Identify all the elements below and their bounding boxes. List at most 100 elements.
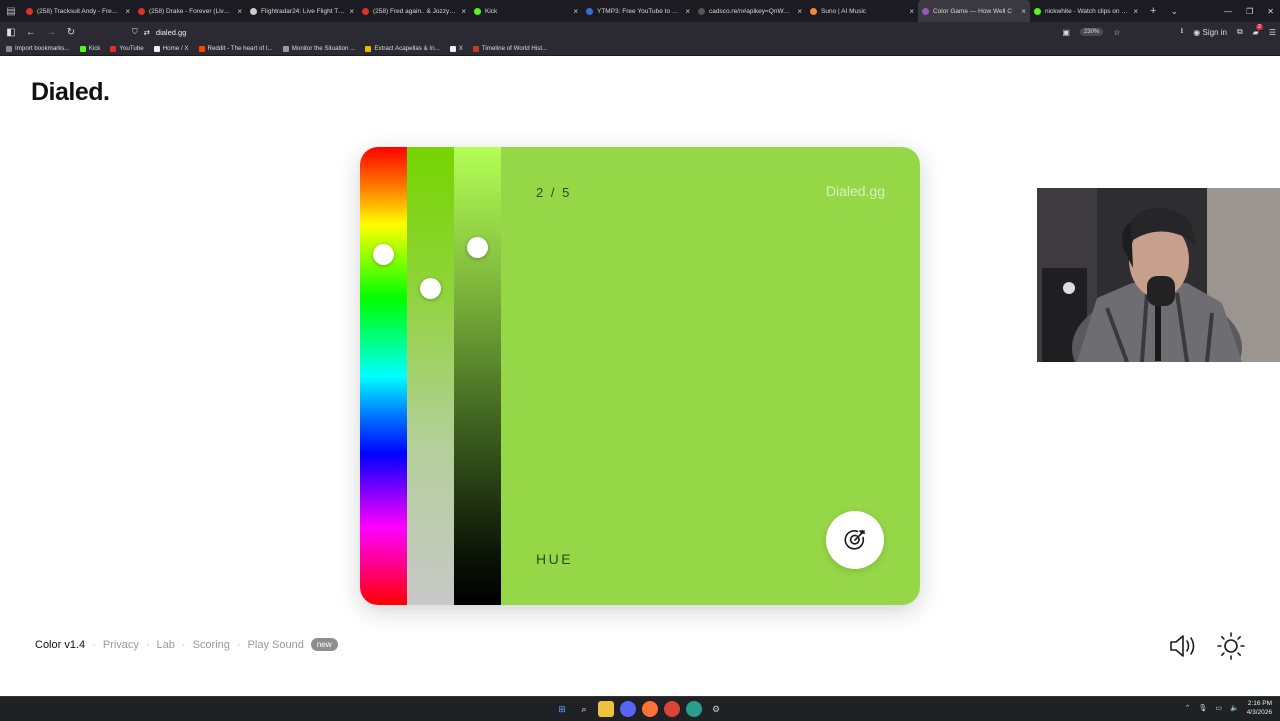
file-explorer-icon[interactable] bbox=[598, 701, 614, 717]
browser-tab[interactable]: nickwhite - Watch clips on Kick × bbox=[1030, 0, 1142, 22]
clock[interactable]: 2:16 PM 4/3/2026 bbox=[1247, 699, 1272, 717]
site-info-icon[interactable]: ⇄ bbox=[144, 28, 150, 37]
bookmarks-bar: Import bookmarks... Kick YouTube Home / X Re… bbox=[0, 42, 1280, 56]
privacy-link[interactable]: Privacy bbox=[103, 639, 139, 651]
taskbar-apps: ⊞ ⌕ ⚙ bbox=[554, 701, 724, 717]
search-icon[interactable]: ⌕ bbox=[576, 701, 592, 717]
site-logo[interactable]: Dialed. bbox=[31, 78, 110, 107]
tab-title: (258) Tracksuit Andy - Free my bbox=[37, 7, 122, 15]
submit-guess-button[interactable] bbox=[826, 511, 884, 569]
bookmark-item[interactable]: Reddit - The heart of t... bbox=[198, 45, 273, 52]
tab-title: Color Game — How Well C bbox=[933, 7, 1012, 15]
tab-title: YTMP3: Free YouTube to MP3 C bbox=[597, 7, 682, 15]
extensions-icon[interactable]: ⧉ bbox=[1237, 27, 1243, 37]
sign-in-label: Sign in bbox=[1202, 27, 1227, 37]
close-tab-icon[interactable]: × bbox=[685, 7, 690, 16]
bookmark-favicon-icon bbox=[449, 45, 456, 52]
close-window-icon[interactable]: ✕ bbox=[1267, 7, 1274, 16]
address-bar[interactable]: ⛉ ⇄ dialed.gg bbox=[132, 24, 1112, 40]
bookmark-favicon-icon bbox=[6, 45, 12, 52]
bookmark-star-icon[interactable]: ☆ bbox=[1113, 28, 1120, 37]
tab-menu-icon[interactable]: ▤ bbox=[0, 0, 22, 22]
brand-watermark: Dialed.gg bbox=[825, 183, 885, 199]
browser-tab[interactable]: YTMP3: Free YouTube to MP3 C× bbox=[582, 0, 694, 22]
bookmark-item[interactable]: Timeline of World Hist... bbox=[472, 45, 548, 52]
close-tab-icon[interactable]: × bbox=[1133, 7, 1138, 16]
close-tab-icon[interactable]: × bbox=[349, 7, 354, 16]
browser-tab[interactable]: Color Game — How Well C × bbox=[918, 0, 1030, 22]
bookmark-favicon-icon bbox=[198, 45, 205, 52]
close-tab-icon[interactable]: × bbox=[461, 7, 466, 16]
separator: · bbox=[92, 638, 96, 651]
zoom-level[interactable]: 230% bbox=[1079, 28, 1104, 36]
bookmark-favicon-icon bbox=[79, 45, 86, 52]
notifications-icon[interactable]: ▰ 2 bbox=[1253, 23, 1263, 37]
new-tab-icon[interactable]: + bbox=[1142, 5, 1164, 17]
chrome-icon[interactable] bbox=[664, 701, 680, 717]
saturation-slider[interactable] bbox=[407, 147, 454, 605]
menu-icon[interactable]: ☰ bbox=[1269, 28, 1276, 37]
restore-icon[interactable]: ❐ bbox=[1246, 7, 1253, 16]
tab-favicon-icon bbox=[1034, 7, 1041, 15]
tab-favicon-icon bbox=[250, 7, 257, 15]
lab-link[interactable]: Lab bbox=[157, 639, 175, 651]
browser-tab[interactable]: (258) Tracksuit Andy - Free my × bbox=[22, 0, 134, 22]
settings-icon[interactable]: ⚙ bbox=[708, 701, 724, 717]
bookmark-item[interactable]: Kick bbox=[79, 45, 100, 52]
bookmark-item[interactable]: X bbox=[449, 45, 463, 52]
account-icon[interactable]: ◉ Sign in bbox=[1193, 28, 1227, 37]
reload-icon[interactable]: ↻ bbox=[62, 22, 80, 42]
sound-toggle-button[interactable] bbox=[1168, 632, 1198, 660]
discord-icon[interactable] bbox=[620, 701, 636, 717]
tab-title: Kick bbox=[485, 7, 498, 15]
bookmark-label: Timeline of World Hist... bbox=[481, 45, 548, 52]
back-icon[interactable]: ← bbox=[22, 22, 40, 42]
hue-slider[interactable] bbox=[360, 147, 407, 605]
tab-title: Suno | AI Music bbox=[821, 7, 867, 15]
close-tab-icon[interactable]: × bbox=[1021, 7, 1026, 16]
network-icon[interactable]: ▭ bbox=[1215, 704, 1222, 712]
bookmark-label: Extract Acapellas & In... bbox=[374, 45, 440, 52]
tab-title: (258) Fred again.. & Jozzy - ten bbox=[373, 7, 458, 15]
mic-icon[interactable]: 🎙 bbox=[1198, 704, 1207, 712]
round-counter: 2 / 5 bbox=[536, 185, 572, 200]
browser-tab[interactable]: (258) Drake - Forever (Live at A × bbox=[134, 0, 246, 22]
browser-tab[interactable]: Suno | AI Music × bbox=[806, 0, 918, 22]
start-icon[interactable]: ⊞ bbox=[554, 701, 570, 717]
close-tab-icon[interactable]: × bbox=[125, 7, 130, 16]
play-sound-link[interactable]: Play Sound bbox=[248, 639, 304, 651]
hue-slider-handle[interactable] bbox=[373, 244, 394, 266]
tray-chevron-icon[interactable]: ⌃ bbox=[1185, 704, 1191, 712]
volume-icon[interactable]: 🔈 bbox=[1230, 704, 1239, 712]
browser-tab[interactable]: Kick × bbox=[470, 0, 582, 22]
firefox-icon[interactable] bbox=[642, 701, 658, 717]
close-tab-icon[interactable]: × bbox=[909, 7, 914, 16]
bookmark-item[interactable]: YouTube bbox=[110, 45, 144, 52]
brightness-slider[interactable] bbox=[454, 147, 501, 605]
bookmark-item[interactable]: Import bookmarks... bbox=[6, 45, 70, 52]
bookmark-label: YouTube bbox=[119, 45, 144, 52]
close-tab-icon[interactable]: × bbox=[237, 7, 242, 16]
sidebar-toggle-icon[interactable]: ◧ bbox=[2, 22, 20, 42]
shield-icon[interactable]: ⛉ bbox=[132, 27, 138, 37]
bookmark-favicon-icon bbox=[472, 45, 479, 52]
close-tab-icon[interactable]: × bbox=[797, 7, 802, 16]
color-game-card: 2 / 5 Dialed.gg HUE bbox=[360, 147, 920, 605]
webcam-overlay bbox=[1037, 188, 1280, 362]
speaker-icon bbox=[1170, 635, 1195, 657]
bookmark-item[interactable]: Extract Acapellas & In... bbox=[365, 45, 440, 52]
app-icon[interactable] bbox=[686, 701, 702, 717]
reader-view-icon[interactable]: ▣ bbox=[1062, 28, 1070, 37]
browser-tab[interactable]: (258) Fred again.. & Jozzy - ten × bbox=[358, 0, 470, 22]
minimize-icon[interactable]: — bbox=[1224, 7, 1232, 16]
bookmark-item[interactable]: Home / X bbox=[153, 45, 189, 52]
theme-toggle-button[interactable] bbox=[1216, 632, 1246, 660]
browser-tab[interactable]: Flightradar24: Live Flight Tracke × bbox=[246, 0, 358, 22]
close-tab-icon[interactable]: × bbox=[573, 7, 578, 16]
bookmark-item[interactable]: Monitor the Situation ... bbox=[282, 45, 355, 52]
tab-list-chevron-icon[interactable]: ⌄ bbox=[1164, 6, 1184, 17]
downloads-icon[interactable]: ⭳ bbox=[1180, 25, 1183, 39]
browser-tab[interactable]: cadsco.re/n#apikey=QnW3AwAAA × bbox=[694, 0, 806, 22]
scoring-link[interactable]: Scoring bbox=[193, 639, 230, 651]
forward-icon[interactable]: → bbox=[42, 22, 60, 42]
